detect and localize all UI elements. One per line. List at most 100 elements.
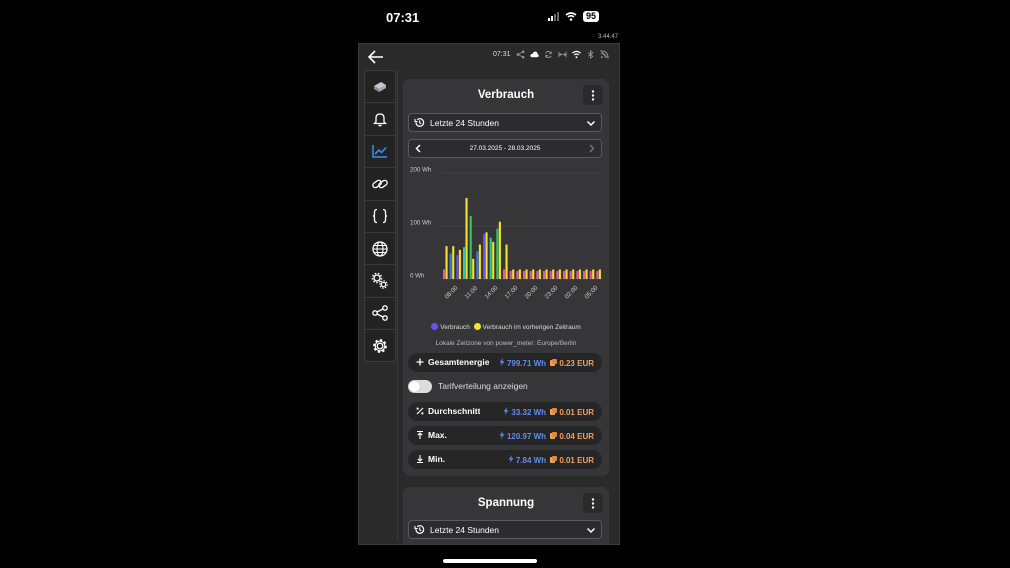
bar-verbrauch[interactable] (563, 271, 566, 279)
cloud-icon (529, 51, 539, 58)
home-indicator[interactable] (443, 559, 537, 563)
bar-vorheriger-zeitraum[interactable] (532, 269, 535, 279)
legend-previous-label[interactable]: Verbrauch im vorherigen Zeitraum (483, 324, 581, 331)
consumption-range-select[interactable]: Letzte 24 Stunden (408, 113, 602, 132)
bell-icon (372, 113, 388, 127)
chevron-right-icon[interactable] (587, 144, 596, 153)
settings-icon (373, 339, 387, 354)
bar-vorheriger-zeitraum[interactable] (572, 269, 575, 279)
braces-icon (372, 209, 388, 224)
bar-vorheriger-zeitraum[interactable] (465, 197, 468, 279)
rail-item-web[interactable] (365, 233, 395, 266)
chart-legend: Verbrauch Verbrauch im vorherigen Zeitra… (403, 323, 609, 331)
bar-verbrauch[interactable] (483, 233, 486, 279)
bar-vorheriger-zeitraum[interactable] (538, 269, 541, 279)
tariff-toggle[interactable] (408, 380, 432, 393)
arrow-up-bar-icon (417, 430, 423, 439)
bar-vorheriger-zeitraum[interactable] (485, 232, 488, 279)
bar-verbrauch[interactable] (496, 228, 499, 279)
bar-vorheriger-zeitraum[interactable] (598, 269, 601, 279)
app-bar-status: 07:31 (493, 50, 609, 59)
bar-vorheriger-zeitraum[interactable] (512, 269, 515, 279)
bar-vorheriger-zeitraum[interactable] (505, 244, 508, 279)
coins-icon (550, 358, 558, 366)
voltage-card: Spannung Letzte 24 Stunden (403, 487, 609, 544)
chevron-left-icon[interactable] (414, 144, 423, 153)
plus-icon (416, 358, 424, 366)
coins-icon (550, 455, 558, 463)
voltage-range-select[interactable]: Letzte 24 Stunden (408, 520, 602, 539)
bar-vorheriger-zeitraum[interactable] (492, 241, 495, 279)
bar-vorheriger-zeitraum[interactable] (585, 269, 588, 279)
bar-vorheriger-zeitraum[interactable] (525, 269, 528, 279)
bar-vorheriger-zeitraum[interactable] (565, 269, 568, 279)
bar-vorheriger-zeitraum[interactable] (592, 269, 595, 279)
rail-item-charts[interactable] (365, 136, 395, 169)
bar-verbrauch[interactable] (523, 271, 526, 279)
bar-verbrauch[interactable] (596, 271, 599, 279)
chevron-down-icon (586, 527, 596, 534)
bar-verbrauch[interactable] (543, 271, 546, 279)
bar-vorheriger-zeitraum[interactable] (498, 221, 501, 279)
bar-verbrauch[interactable] (476, 251, 479, 279)
bar-verbrauch[interactable] (456, 255, 459, 279)
x-tick-label: 08:00 (443, 284, 459, 300)
rail-item-scripts[interactable] (365, 201, 395, 233)
bar-vorheriger-zeitraum[interactable] (518, 269, 521, 279)
legend-current-label[interactable]: Verbrauch (440, 324, 470, 331)
average-wh: 33.32 Wh (503, 407, 546, 417)
total-energy-row[interactable]: Gesamtenergie 799.71 Wh 0.23 EUR (408, 353, 602, 372)
app-window: 07:31 Verbrauch Letzte 24 Stunden 27.03.… (358, 43, 620, 545)
bar-verbrauch[interactable] (449, 253, 452, 279)
bar-verbrauch[interactable] (443, 269, 446, 279)
rail-item-device[interactable] (365, 71, 395, 104)
min-row[interactable]: Min. 7.84 Wh 0.01 EUR (408, 450, 602, 469)
bar-verbrauch[interactable] (576, 271, 579, 279)
link-icon (372, 179, 388, 189)
bar-verbrauch[interactable] (536, 271, 539, 279)
bar-vorheriger-zeitraum[interactable] (445, 246, 448, 279)
total-energy-wh: 799.71 Wh (499, 358, 546, 368)
bar-verbrauch[interactable] (516, 271, 519, 279)
bar-verbrauch[interactable] (583, 271, 586, 279)
voltage-menu-button[interactable] (583, 493, 603, 513)
bar-vorheriger-zeitraum[interactable] (545, 269, 548, 279)
bar-vorheriger-zeitraum[interactable] (452, 246, 455, 279)
rail-item-share[interactable] (365, 298, 395, 331)
sync-icon (544, 51, 552, 58)
bar-vorheriger-zeitraum[interactable] (558, 269, 561, 279)
bar-verbrauch[interactable] (589, 271, 592, 279)
battery-indicator: 95 (583, 11, 600, 22)
bar-verbrauch[interactable] (489, 237, 492, 279)
min-label: Min. (428, 454, 445, 464)
share-small-icon (516, 50, 524, 59)
consumption-menu-button[interactable] (583, 85, 603, 105)
bar-vorheriger-zeitraum[interactable] (578, 269, 581, 279)
bar-verbrauch[interactable] (569, 271, 572, 279)
bar-verbrauch[interactable] (549, 271, 552, 279)
bar-vorheriger-zeitraum[interactable] (478, 244, 481, 279)
bar-vorheriger-zeitraum[interactable] (458, 249, 461, 279)
min-values: 7.84 Wh 0.01 EUR (508, 455, 594, 465)
consumption-chart: 0 Wh 100 Wh 200 Wh 08:00 11:00 14:00 17:00 20:0… (410, 167, 602, 300)
consumption-title: Verbrauch (477, 89, 535, 101)
bar-vorheriger-zeitraum[interactable] (552, 269, 555, 279)
bar-vorheriger-zeitraum[interactable] (472, 258, 475, 279)
max-row[interactable]: Max. 120.97 Wh 0.04 EUR (408, 426, 602, 445)
bar-verbrauch[interactable] (556, 271, 559, 279)
bar-verbrauch[interactable] (503, 269, 506, 279)
bar-verbrauch[interactable] (509, 271, 512, 279)
consumption-range-label: Letzte 24 Stunden (430, 117, 500, 128)
bar-verbrauch[interactable] (469, 215, 472, 279)
coins-icon (550, 431, 558, 439)
content-divider (397, 70, 398, 540)
bar-verbrauch[interactable] (529, 271, 532, 279)
back-arrow-icon[interactable] (367, 48, 385, 66)
average-row[interactable]: Durchschnitt 33.32 Wh 0.01 EUR (408, 402, 602, 421)
rail-item-settings[interactable] (365, 330, 395, 362)
rail-item-notifications[interactable] (365, 103, 395, 136)
share-icon (372, 305, 388, 322)
bar-verbrauch[interactable] (463, 247, 466, 279)
rail-item-advanced[interactable] (365, 265, 395, 298)
rail-item-links[interactable] (365, 168, 395, 201)
